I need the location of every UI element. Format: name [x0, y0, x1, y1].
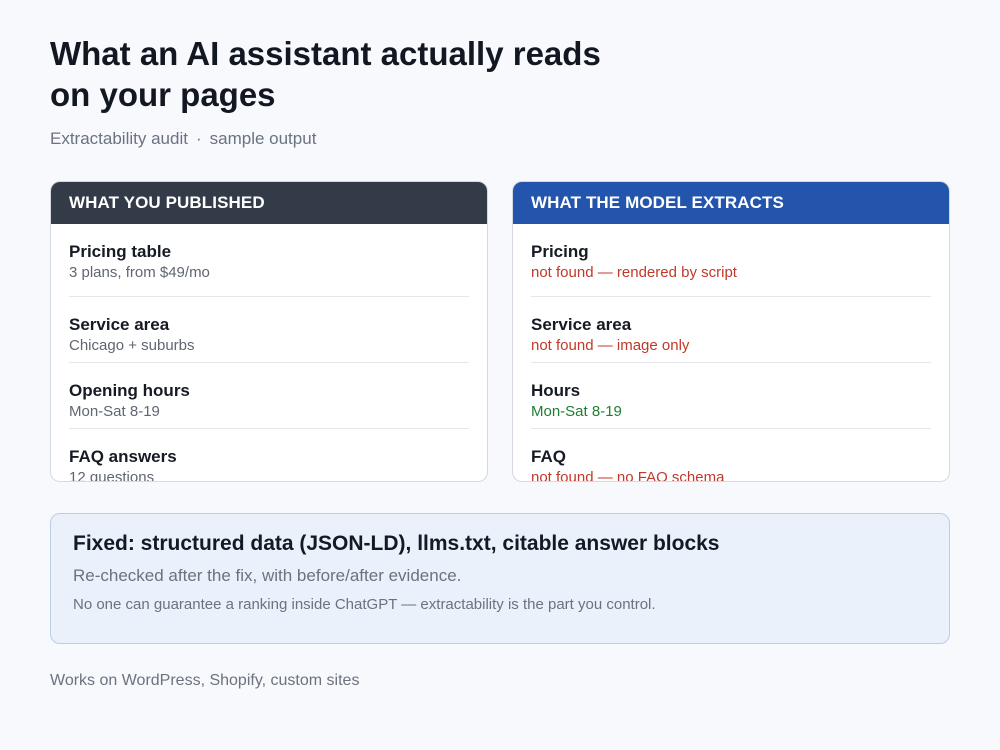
subtitle-sample-label: sample output [209, 129, 317, 148]
extracted-list: Pricing not found — rendered by script S… [513, 224, 949, 482]
row-label: Opening hours [69, 381, 190, 400]
row-value: 12 questions [69, 469, 155, 482]
extracted-panel-heading: WHAT THE MODEL EXTRACTS [513, 182, 949, 224]
subtitle-audit-label: Extractability audit [50, 129, 188, 148]
page-title: What an AI assistant actually reads on y… [50, 35, 601, 113]
platforms-footer: Works on WordPress, Shopify, custom site… [50, 672, 360, 689]
published-row-pricing: Pricing table 3 plans, from $49/mo [69, 224, 469, 297]
fix-recheck-note: Re-checked after the fix, with before/af… [73, 566, 462, 585]
row-status-value: not found — rendered by script [531, 264, 737, 281]
extracted-row-service-area: Service area not found — image only [531, 297, 931, 363]
row-label: FAQ answers [69, 447, 177, 466]
fix-summary-box: Fixed: structured data (JSON-LD), llms.t… [50, 513, 950, 644]
row-value: Chicago + suburbs [69, 337, 195, 354]
row-label: Service area [69, 315, 170, 334]
row-label: Hours [531, 381, 581, 400]
row-label: Pricing [531, 242, 589, 261]
page-subtitle: Extractability audit · sample output [50, 129, 316, 149]
published-panel-heading: WHAT YOU PUBLISHED [51, 182, 487, 224]
row-value: Mon-Sat 8-19 [69, 403, 160, 420]
row-label: FAQ [531, 447, 566, 466]
row-label: Pricing table [69, 242, 172, 261]
row-status-value: not found — no FAQ schema [531, 469, 725, 482]
extracted-row-pricing: Pricing not found — rendered by script [531, 224, 931, 297]
extracted-row-faq: FAQ not found — no FAQ schema [531, 429, 931, 482]
row-status-value: Mon-Sat 8-19 [531, 403, 622, 420]
published-panel: WHAT YOU PUBLISHED Pricing table 3 plans… [50, 181, 488, 482]
published-row-faq: FAQ answers 12 questions [69, 429, 469, 482]
row-status-value: not found — image only [531, 337, 690, 354]
extracted-row-hours: Hours Mon-Sat 8-19 [531, 363, 931, 429]
published-row-hours: Opening hours Mon-Sat 8-19 [69, 363, 469, 429]
extracted-panel: WHAT THE MODEL EXTRACTS Pricing not foun… [512, 181, 950, 482]
subtitle-separator: · [195, 129, 202, 148]
row-value: 3 plans, from $49/mo [69, 264, 210, 281]
row-label: Service area [531, 315, 632, 334]
fix-disclaimer: No one can guarantee a ranking inside Ch… [73, 596, 656, 613]
published-list: Pricing table 3 plans, from $49/mo Servi… [51, 224, 487, 482]
fix-title: Fixed: structured data (JSON-LD), llms.t… [73, 532, 720, 555]
published-row-service-area: Service area Chicago + suburbs [69, 297, 469, 363]
